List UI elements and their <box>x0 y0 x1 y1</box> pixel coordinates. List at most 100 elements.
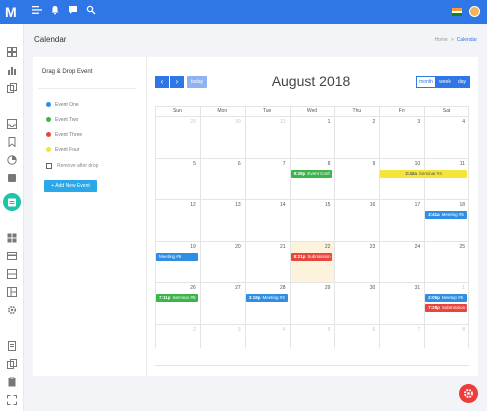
user-avatar[interactable] <box>469 6 480 17</box>
checkbox-box[interactable] <box>46 162 52 169</box>
day-number[interactable]: 3 <box>410 119 420 125</box>
event-time: 3:18p <box>248 295 261 300</box>
event-title: Meeting #5 <box>441 212 464 217</box>
day-number[interactable]: 31 <box>276 119 286 125</box>
calendar-event[interactable]: 9:28p Event Conf. <box>290 169 333 178</box>
draggable-event-three[interactable]: Event Three <box>46 131 82 139</box>
day-number[interactable]: 1 <box>455 285 465 291</box>
day-number[interactable]: 7 <box>410 327 420 333</box>
day-number[interactable]: 7 <box>276 161 286 167</box>
day-number[interactable]: 14 <box>276 202 286 208</box>
day-number[interactable]: 5 <box>320 327 331 333</box>
day-number[interactable]: 20 <box>231 244 241 250</box>
day-number[interactable]: 24 <box>410 244 421 250</box>
day-number[interactable]: 15 <box>320 202 331 208</box>
view-month-button[interactable]: month <box>416 76 436 88</box>
next-month-button[interactable]: › <box>170 76 184 88</box>
calendar-event[interactable]: 3:41a Meeting #5 <box>425 211 467 219</box>
day-number[interactable]: 13 <box>231 202 241 208</box>
draggable-event-two[interactable]: Event Two <box>46 116 78 124</box>
event-two-dot-icon <box>46 117 51 123</box>
calendar-event[interactable]: 7:11p Seminar #5 <box>156 294 198 302</box>
grid-icon[interactable] <box>7 233 17 243</box>
day-number[interactable]: 2 <box>365 119 376 125</box>
day-number[interactable]: 1 <box>320 119 331 125</box>
day-number[interactable]: 8 <box>455 327 465 333</box>
breadcrumb-home[interactable]: Home <box>434 37 447 43</box>
pie-icon[interactable] <box>7 155 17 165</box>
breadcrumb: Home > Calendar <box>434 37 477 43</box>
day-number[interactable]: 9 <box>365 161 376 167</box>
event-title: Meeting #3 <box>262 295 285 300</box>
layers-icon[interactable] <box>7 269 17 279</box>
page-title: Calendar <box>34 35 67 44</box>
day-number[interactable]: 22 <box>320 244 331 250</box>
calendar-icon[interactable] <box>7 197 17 207</box>
copy-icon[interactable] <box>7 83 17 93</box>
day-number[interactable]: 12 <box>186 202 196 208</box>
search-icon[interactable] <box>84 5 98 19</box>
document-icon[interactable] <box>7 341 17 351</box>
layout-icon[interactable] <box>7 287 17 297</box>
day-of-week-header: Thu <box>352 108 362 114</box>
view-week-button[interactable]: week <box>436 76 454 88</box>
day-number[interactable]: 28 <box>276 285 286 291</box>
flag-icon[interactable] <box>7 173 17 183</box>
calendar-grid: Sun Mon Tue Wed Thu Fri Sat 29 30 31 1 2 3 4 5 6 7 8 9 10 11… <box>155 106 469 366</box>
day-number[interactable]: 29 <box>186 119 196 125</box>
day-number[interactable]: 18 <box>455 202 465 208</box>
day-number[interactable]: 26 <box>186 285 196 291</box>
grid-col-line <box>379 106 381 348</box>
inbox-icon[interactable] <box>7 119 17 129</box>
calendar-event[interactable]: 2:42a Seminar #4 <box>380 169 467 178</box>
dashboard-icon[interactable] <box>7 47 17 57</box>
day-number[interactable]: 19 <box>186 244 196 250</box>
day-number[interactable]: 23 <box>365 244 376 250</box>
today-button[interactable]: today <box>187 76 207 88</box>
day-number[interactable]: 3 <box>231 327 241 333</box>
day-number[interactable]: 4 <box>276 327 286 333</box>
day-number[interactable]: 10 <box>410 161 421 167</box>
day-number[interactable]: 25 <box>455 244 465 250</box>
add-new-event-button[interactable]: + Add New Event <box>44 180 97 192</box>
calendar-event[interactable]: 7:28pSubmission #2 <box>425 304 467 312</box>
day-number[interactable]: 4 <box>455 119 465 125</box>
language-flag-icon[interactable] <box>452 8 462 16</box>
prev-month-button[interactable]: ‹ <box>155 76 169 88</box>
grid-col-line <box>289 106 291 348</box>
day-number[interactable]: 5 <box>186 161 196 167</box>
bell-icon[interactable] <box>48 5 62 19</box>
card-icon[interactable] <box>7 251 17 261</box>
files-icon[interactable] <box>7 359 17 369</box>
day-number[interactable]: 27 <box>231 285 241 291</box>
expand-icon[interactable] <box>7 395 17 405</box>
remove-after-drop-checkbox[interactable]: Remove after drop <box>46 162 98 170</box>
day-number[interactable]: 11 <box>455 161 465 167</box>
day-number[interactable]: 21 <box>276 244 286 250</box>
day-number[interactable]: 29 <box>320 285 331 291</box>
chart-icon[interactable] <box>7 65 17 75</box>
clipboard-icon[interactable] <box>7 377 17 387</box>
day-number[interactable]: 31 <box>410 285 421 291</box>
day-number[interactable]: 2 <box>186 327 196 333</box>
day-number[interactable]: 16 <box>365 202 376 208</box>
calendar-event[interactable]: Meeting #5 <box>156 252 198 261</box>
settings-fab[interactable] <box>459 384 478 403</box>
settings-icon[interactable] <box>7 305 17 315</box>
calendar-event[interactable]: 2:05p Meetup #5 <box>425 294 467 302</box>
day-number[interactable]: 30 <box>231 119 241 125</box>
day-number[interactable]: 30 <box>365 285 376 291</box>
draggable-event-four[interactable]: Event Four <box>46 146 79 154</box>
day-number[interactable]: 6 <box>365 327 376 333</box>
day-number[interactable]: 8 <box>320 161 331 167</box>
app-logo[interactable]: M <box>5 4 21 20</box>
view-day-button[interactable]: day <box>454 76 470 88</box>
day-number[interactable]: 6 <box>231 161 241 167</box>
calendar-event[interactable]: 3:18p Meeting #3 <box>245 294 288 302</box>
chat-icon[interactable] <box>66 5 80 19</box>
draggable-event-one[interactable]: Event One <box>46 101 79 109</box>
calendar-event[interactable]: 8:21pSubmission #1 <box>290 252 333 261</box>
bookmark-icon[interactable] <box>7 137 17 147</box>
menu-icon[interactable] <box>30 5 44 19</box>
day-number[interactable]: 17 <box>410 202 421 208</box>
